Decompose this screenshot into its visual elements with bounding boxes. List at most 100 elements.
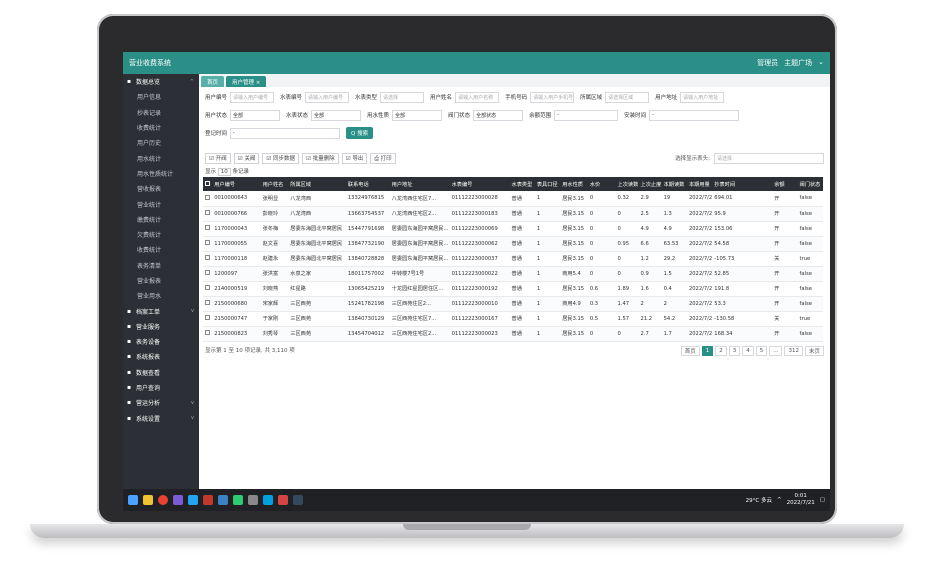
app-icon-red[interactable] xyxy=(203,495,213,505)
row-checkbox[interactable] xyxy=(203,296,213,312)
column-header[interactable]: 表具口径 xyxy=(534,177,561,191)
vs-icon[interactable] xyxy=(173,495,183,505)
table-row[interactable]: 0010000643 张明显 八龙湾西 13324976815 八龙湾西住宅区7... 0… xyxy=(203,191,823,207)
wechat-icon[interactable] xyxy=(233,495,243,505)
table-row[interactable]: 1200097 张洪富 水泉之家 18011757002 中转楼7号1号 01112223… xyxy=(203,266,823,282)
column-header[interactable]: 水表编号 xyxy=(449,177,510,191)
sidebar-item[interactable]: 用户信息 xyxy=(123,89,199,104)
sidebar-item[interactable]: 营业用水 xyxy=(123,288,199,303)
sidebar-item[interactable]: ▪ 系统报表 xyxy=(123,349,199,364)
select-all-checkbox[interactable] xyxy=(203,177,213,191)
sidebar-item[interactable]: 表务清单 xyxy=(123,258,199,273)
row-checkbox[interactable] xyxy=(203,266,213,282)
sidebar-item[interactable]: ▪ 档案工单 v xyxy=(123,303,199,318)
filter-input[interactable]: - xyxy=(554,109,619,121)
vscode-icon[interactable] xyxy=(188,495,198,505)
user-name[interactable]: 管理员 xyxy=(757,58,778,68)
table-row[interactable]: 0010000766 彭晓玲 八龙湾西 13663754537 八龙湾西住宅区2... 0… xyxy=(203,206,823,222)
filter-input[interactable]: 全部 xyxy=(230,109,281,121)
column-header[interactable]: 上次读数 xyxy=(615,177,639,191)
ps-icon[interactable] xyxy=(218,495,228,505)
sidebar-item[interactable]: ▪ 营运分析 v xyxy=(123,395,199,410)
page-button[interactable]: ... xyxy=(769,345,783,356)
page-button[interactable]: 1 xyxy=(701,345,714,356)
column-header[interactable]: 抄表时间 xyxy=(712,177,773,191)
tab-home[interactable]: 首页 xyxy=(201,76,225,87)
filter-input[interactable]: 全部 xyxy=(392,109,443,121)
page-button[interactable]: 3 xyxy=(728,345,741,356)
column-header[interactable]: 上次止度 xyxy=(638,177,662,191)
column-header[interactable]: 水价 xyxy=(587,177,616,191)
wps-icon[interactable] xyxy=(278,495,288,505)
filter-input[interactable]: 全部 xyxy=(311,109,362,121)
column-select[interactable]: 请选择 xyxy=(714,152,824,164)
filter-input[interactable]: 请输入用户编号 xyxy=(230,91,275,103)
filter-input[interactable]: 请输入用户地址 xyxy=(680,91,725,103)
row-checkbox[interactable] xyxy=(203,191,213,207)
date-range-input[interactable]: - xyxy=(230,127,341,139)
terminal-icon[interactable] xyxy=(293,495,303,505)
filter-input[interactable]: 请选择区域 xyxy=(605,91,650,103)
column-header[interactable]: 本期用量 xyxy=(686,177,713,191)
sidebar-item[interactable]: ▪ 数据查看 xyxy=(123,365,199,380)
column-header[interactable]: 所属区域 xyxy=(288,177,346,191)
table-row[interactable]: 2140000519 刘晓燕 红星路 13065425219 十龙园红星园居住区... 0… xyxy=(203,281,823,297)
column-header[interactable]: 用户姓名 xyxy=(260,177,289,191)
filter-input[interactable]: - xyxy=(649,109,740,121)
row-checkbox[interactable] xyxy=(203,311,213,327)
toolbar-button[interactable]: ☑ 开阀 xyxy=(205,152,231,164)
column-header[interactable]: 阀门状态 xyxy=(797,177,823,191)
file-explorer-icon[interactable] xyxy=(143,495,153,505)
sidebar-item[interactable]: 收费统计 xyxy=(123,120,199,135)
page-button[interactable]: 2 xyxy=(715,345,727,356)
column-header[interactable]: 用水性质 xyxy=(560,177,588,191)
search-button[interactable]: Q 搜索 xyxy=(346,127,374,139)
filter-input[interactable]: 请输入用户编号 xyxy=(305,91,350,103)
sidebar-item[interactable]: ▪ 系统设置 v xyxy=(123,411,199,426)
column-header[interactable]: 本期读数 xyxy=(661,177,687,191)
table-row[interactable]: 2150000747 于家刚 三区西苑 13840730129 三区西苑住宅区7... 0… xyxy=(203,311,823,327)
windows-start-icon[interactable] xyxy=(128,495,138,505)
table-row[interactable]: 1170000055 赵文喜 居委东海园北平窝居民 13847732190 居委园东海园… xyxy=(203,236,823,252)
tab-user-management[interactable]: 用户管理 × xyxy=(226,76,267,87)
toolbar-button[interactable]: ☑ 导出 xyxy=(341,152,368,164)
page-button[interactable]: 5 xyxy=(755,345,768,356)
sidebar-item[interactable]: 营收报表 xyxy=(123,181,199,196)
notification-icon[interactable]: ▢ xyxy=(820,497,825,503)
sidebar-item[interactable]: ▪ 表务设备 xyxy=(123,334,199,349)
user-menu[interactable]: 主题广场 xyxy=(784,58,812,68)
table-row[interactable]: 1170000043 张冬梅 居委东海园北平窝居民 15447791698 居委园东海园… xyxy=(203,221,823,237)
weather[interactable]: 29°C 多云 xyxy=(746,496,772,504)
toolbar-button[interactable]: ☑ 关阀 xyxy=(233,152,260,164)
row-checkbox[interactable] xyxy=(203,206,213,222)
column-header[interactable]: 用户编号 xyxy=(212,177,261,191)
settings-icon[interactable] xyxy=(248,495,258,505)
toolbar-button[interactable]: ☑ 同步数据 xyxy=(262,152,300,164)
sidebar-item[interactable]: ▪ 营业服务 xyxy=(123,319,199,334)
row-checkbox[interactable] xyxy=(203,326,213,342)
table-row[interactable]: 2150000680 宋家辉 三区西苑 15241782198 三区西苑住区2... 01… xyxy=(203,296,823,312)
filter-input[interactable]: 请输入用户手机号码 xyxy=(530,91,575,103)
page-button[interactable]: 312 xyxy=(784,345,803,356)
row-checkbox[interactable] xyxy=(203,221,213,237)
filter-input[interactable]: 请输入用户名称 xyxy=(455,91,500,103)
sidebar-item[interactable]: 抄表记录 xyxy=(123,105,199,120)
table-row[interactable]: 2150000823 刘秀琴 三区西苑 13454704012 三区西苑住宅区2... 0… xyxy=(203,326,823,342)
chevron-down-icon[interactable]: ⌄ xyxy=(818,58,824,68)
edge-icon[interactable] xyxy=(263,495,273,505)
page-button[interactable]: 首页 xyxy=(680,345,700,356)
toolbar-button[interactable]: ☑ 批量删除 xyxy=(302,152,339,164)
chevron-up-icon[interactable]: ^ xyxy=(777,497,782,503)
sidebar-item[interactable]: 缴费统计 xyxy=(123,212,199,227)
page-button[interactable]: 末页 xyxy=(804,345,824,356)
row-checkbox[interactable] xyxy=(203,236,213,252)
sidebar-item[interactable]: 用水统计 xyxy=(123,150,199,165)
sidebar-item[interactable]: 欠费统计 xyxy=(123,227,199,242)
sidebar-item[interactable]: ▪ 用户查询 xyxy=(123,380,199,395)
column-header[interactable]: 水表类型 xyxy=(509,177,535,191)
filter-input[interactable]: 请选择 xyxy=(380,91,425,103)
table-row[interactable]: 1170000118 赵建永 居委东海园北平窝居民 13840728828 居委园东海园… xyxy=(203,251,823,267)
column-header[interactable]: 联系电话 xyxy=(345,177,390,191)
column-header[interactable]: 余额 xyxy=(772,177,798,191)
chrome-icon[interactable] xyxy=(158,495,168,505)
